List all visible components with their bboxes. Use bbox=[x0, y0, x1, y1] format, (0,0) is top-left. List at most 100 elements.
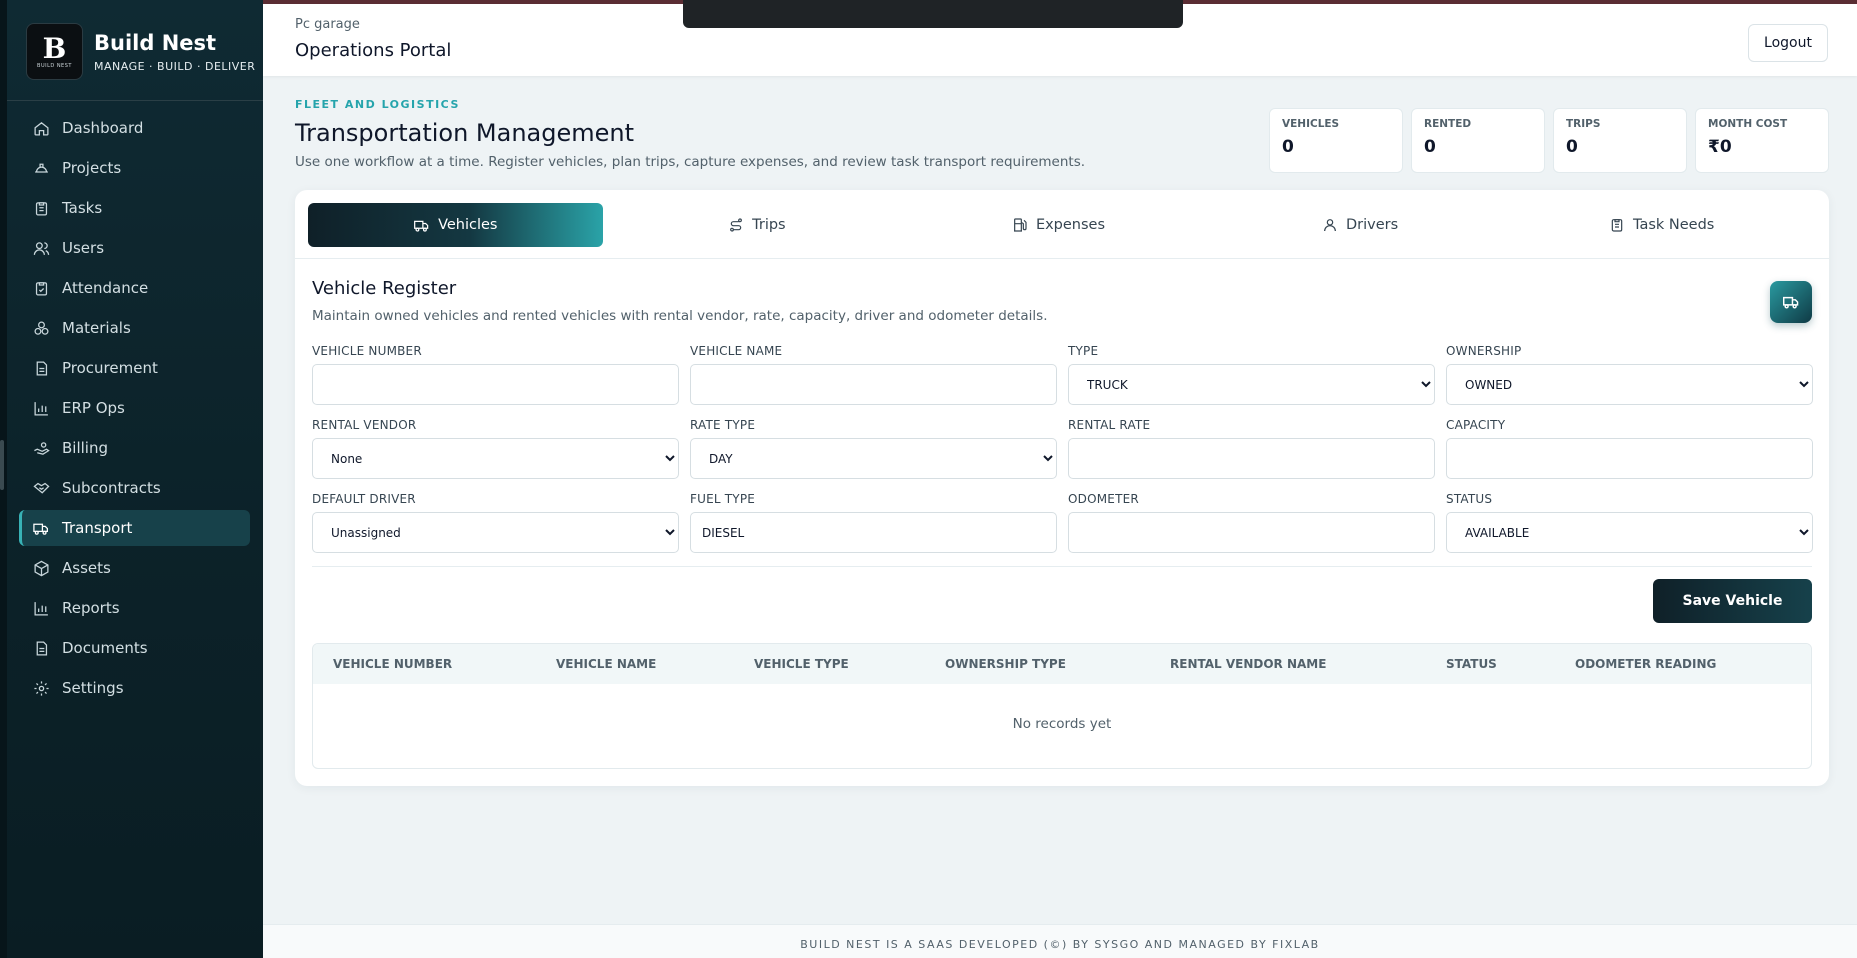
stat-rented: RENTED 0 bbox=[1411, 108, 1545, 173]
capacity-input[interactable] bbox=[1446, 438, 1813, 479]
field-label: VEHICLE NAME bbox=[690, 344, 783, 358]
column-header[interactable]: VEHICLE NUMBER bbox=[333, 657, 452, 671]
sidebar-item-transport[interactable]: Transport bbox=[19, 510, 250, 546]
rental-rate-input[interactable] bbox=[1068, 438, 1435, 479]
fuel-type-field: FUEL TYPE bbox=[690, 492, 1057, 553]
field-label: ODOMETER bbox=[1068, 492, 1139, 506]
sidebar-item-documents[interactable]: Documents bbox=[19, 630, 250, 666]
default-driver-field: DEFAULT DRIVER Unassigned bbox=[312, 492, 679, 553]
column-header[interactable]: OWNERSHIP TYPE bbox=[945, 657, 1066, 671]
save-vehicle-button[interactable]: Save Vehicle bbox=[1653, 579, 1812, 623]
sidebar-item-projects[interactable]: Projects bbox=[19, 150, 250, 186]
column-header[interactable]: STATUS bbox=[1446, 657, 1497, 671]
brand-name: Build Nest bbox=[94, 30, 217, 55]
sidebar-item-label: Attendance bbox=[62, 279, 149, 297]
column-header[interactable]: VEHICLE TYPE bbox=[754, 657, 849, 671]
sidebar-item-label: Dashboard bbox=[62, 119, 144, 137]
column-header[interactable]: VEHICLE NAME bbox=[556, 657, 656, 671]
sidebar-item-erp-ops[interactable]: ERP Ops bbox=[19, 390, 250, 426]
document-icon bbox=[32, 359, 50, 377]
stat-label: TRIPS bbox=[1566, 118, 1601, 130]
type-field: TYPE TRUCK bbox=[1068, 344, 1435, 405]
tab-label: Expenses bbox=[1035, 217, 1106, 233]
logo-mark: B bbox=[42, 31, 67, 65]
field-label: FUEL TYPE bbox=[690, 492, 756, 506]
sidebar-item-materials[interactable]: Materials bbox=[19, 310, 250, 346]
page-eyebrow: FLEET AND LOGISTICS bbox=[295, 98, 460, 111]
sidebar-item-tasks[interactable]: Tasks bbox=[19, 190, 250, 226]
sidebar-item-reports[interactable]: Reports bbox=[19, 590, 250, 626]
tab-label: Trips bbox=[752, 217, 786, 233]
bar-chart-icon bbox=[32, 599, 50, 617]
field-label: RENTAL RATE bbox=[1068, 418, 1151, 432]
rate-type-select[interactable]: DAY bbox=[690, 438, 1057, 479]
vehicle-name-input[interactable] bbox=[690, 364, 1057, 405]
fuel-type-input[interactable] bbox=[690, 512, 1057, 553]
scrollbar-handle[interactable] bbox=[0, 440, 4, 490]
stat-vehicles: VEHICLES 0 bbox=[1269, 108, 1403, 173]
sidebar-item-label: Reports bbox=[62, 599, 120, 617]
sidebar-item-users[interactable]: Users bbox=[19, 230, 250, 266]
stat-month-cost: MONTH COST ₹0 bbox=[1695, 108, 1829, 173]
page-subtitle: Use one workflow at a time. Register veh… bbox=[295, 154, 1086, 170]
default-driver-select[interactable]: Unassigned bbox=[312, 512, 679, 553]
rental-vendor-field: RENTAL VENDOR None bbox=[312, 418, 679, 479]
column-header[interactable]: ODOMETER READING bbox=[1575, 657, 1716, 671]
vehicles-table: VEHICLE NUMBER VEHICLE NAME VEHICLE TYPE… bbox=[312, 643, 1812, 769]
stat-value: ₹0 bbox=[1708, 137, 1732, 157]
odometer-input[interactable] bbox=[1068, 512, 1435, 553]
stat-trips: TRIPS 0 bbox=[1553, 108, 1687, 173]
tab-label: Drivers bbox=[1345, 217, 1399, 233]
fuel-icon bbox=[1012, 217, 1028, 233]
stat-value: 0 bbox=[1282, 137, 1294, 157]
field-label: STATUS bbox=[1446, 492, 1493, 506]
ownership-select[interactable]: OWNED bbox=[1446, 364, 1813, 405]
gear-icon bbox=[32, 679, 50, 697]
route-icon bbox=[728, 217, 744, 233]
tab-drivers[interactable]: Drivers bbox=[1213, 203, 1508, 247]
sidebar: B BUILD NEST Build Nest MANAGE · BUILD ·… bbox=[0, 0, 263, 958]
clipboard-icon bbox=[1609, 217, 1625, 233]
organization-name: Pc garage bbox=[295, 17, 360, 32]
field-label: OWNERSHIP bbox=[1446, 344, 1522, 358]
sidebar-item-billing[interactable]: Billing bbox=[19, 430, 250, 466]
sidebar-item-attendance[interactable]: Attendance bbox=[19, 270, 250, 306]
sidebar-item-assets[interactable]: Assets bbox=[19, 550, 250, 586]
toast-notification bbox=[683, 0, 1183, 28]
sidebar-item-label: Projects bbox=[62, 159, 122, 177]
type-select[interactable]: TRUCK bbox=[1068, 364, 1435, 405]
logout-button[interactable]: Logout bbox=[1748, 24, 1828, 62]
transport-card: Vehicles Trips Expenses Drivers Task Nee… bbox=[295, 190, 1829, 786]
sidebar-item-label: ERP Ops bbox=[62, 399, 125, 417]
field-label: VEHICLE NUMBER bbox=[312, 344, 422, 358]
tab-task-needs[interactable]: Task Needs bbox=[1514, 203, 1809, 247]
truck-icon bbox=[413, 218, 430, 233]
sidebar-item-label: Billing bbox=[62, 439, 108, 457]
sidebar-item-dashboard[interactable]: Dashboard bbox=[19, 110, 250, 146]
tab-expenses[interactable]: Expenses bbox=[911, 203, 1206, 247]
rental-vendor-select[interactable]: None bbox=[312, 438, 679, 479]
sidebar-item-label: Tasks bbox=[62, 199, 103, 217]
brand[interactable]: B BUILD NEST Build Nest MANAGE · BUILD ·… bbox=[26, 23, 255, 80]
user-icon bbox=[1322, 217, 1338, 233]
sidebar-item-procurement[interactable]: Procurement bbox=[19, 350, 250, 386]
sidebar-item-subcontracts[interactable]: Subcontracts bbox=[19, 470, 250, 506]
tab-vehicles[interactable]: Vehicles bbox=[308, 203, 603, 247]
stat-label: VEHICLES bbox=[1282, 118, 1340, 130]
field-label: CAPACITY bbox=[1446, 418, 1506, 432]
rate-type-field: RATE TYPE DAY bbox=[690, 418, 1057, 479]
table-header: VEHICLE NUMBER VEHICLE NAME VEHICLE TYPE… bbox=[313, 644, 1811, 684]
sidebar-item-label: Materials bbox=[62, 319, 131, 337]
sidebar-item-label: Assets bbox=[62, 559, 111, 577]
sidebar-item-label: Procurement bbox=[62, 359, 158, 377]
field-label: RENTAL VENDOR bbox=[312, 418, 417, 432]
status-select[interactable]: AVAILABLE bbox=[1446, 512, 1813, 553]
sidebar-item-settings[interactable]: Settings bbox=[19, 670, 250, 706]
tab-trips[interactable]: Trips bbox=[610, 203, 905, 247]
vehicle-number-input[interactable] bbox=[312, 364, 679, 405]
odometer-field: ODOMETER bbox=[1068, 492, 1435, 553]
hand-coins-icon bbox=[32, 439, 50, 457]
vehicle-number-field: VEHICLE NUMBER bbox=[312, 344, 679, 405]
home-icon bbox=[32, 119, 50, 137]
column-header[interactable]: RENTAL VENDOR NAME bbox=[1170, 657, 1326, 671]
